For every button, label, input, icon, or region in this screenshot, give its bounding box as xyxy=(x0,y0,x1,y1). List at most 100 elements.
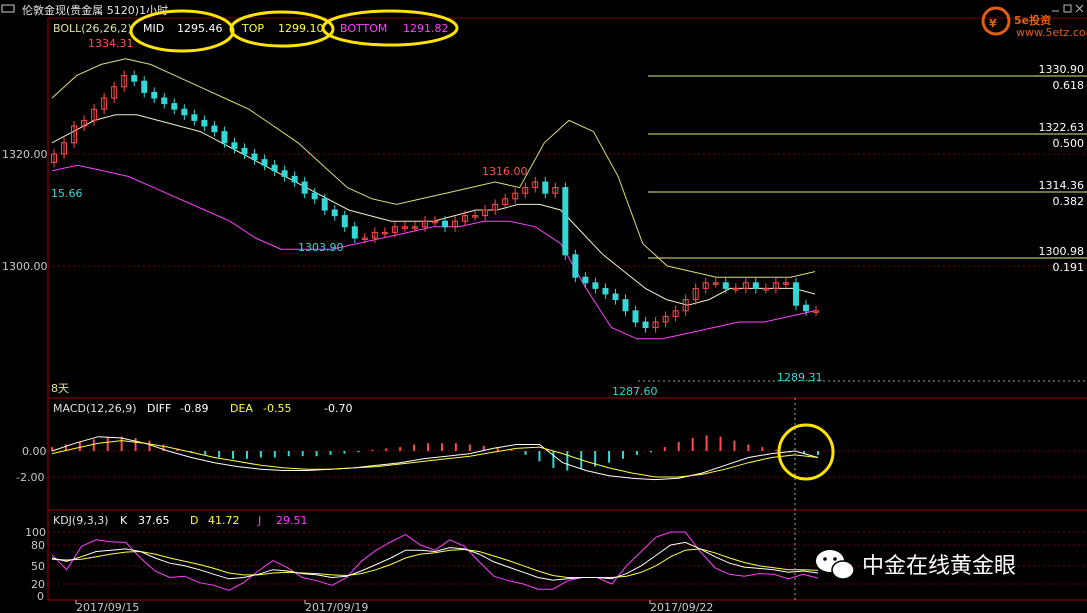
macd-value: -0.70 xyxy=(324,402,352,415)
candle xyxy=(562,182,569,260)
candle-body-down xyxy=(151,91,158,99)
candle xyxy=(91,104,98,126)
fib-price-0618: 1330.90 xyxy=(1039,63,1085,76)
candlesticks xyxy=(51,70,819,333)
kdj-y-label-80: 80 xyxy=(31,539,45,552)
fib-price-0191: 1300.98 xyxy=(1039,245,1085,258)
macd-y-label-neg2: -2.00 xyxy=(16,471,44,484)
candle xyxy=(732,283,739,294)
restore-icon[interactable] xyxy=(1063,4,1072,13)
candle-body-down xyxy=(211,125,218,133)
kdj-j-value: 29.51 xyxy=(276,514,308,527)
macd-series xyxy=(51,435,819,481)
y-label-1320: 1320.00 xyxy=(2,148,48,161)
candle-body-down xyxy=(291,175,298,183)
candle xyxy=(241,143,248,160)
macd-dea-line xyxy=(51,440,819,478)
candle xyxy=(672,305,679,322)
macd-diff-label: DIFF xyxy=(147,402,171,415)
candle xyxy=(712,277,719,288)
candle-body-down xyxy=(442,220,449,228)
candle-body-down xyxy=(802,304,809,312)
candle-body-down xyxy=(221,131,228,144)
candle xyxy=(472,210,479,221)
candle xyxy=(492,199,499,216)
candle xyxy=(702,277,709,294)
candle xyxy=(612,288,619,305)
candle-body-down xyxy=(321,198,328,211)
kdj-k-label: K xyxy=(120,514,128,527)
close-icon[interactable] xyxy=(1075,4,1084,13)
fibonacci-levels: 1330.90 0.618 1322.63 0.500 1314.36 0.38… xyxy=(648,63,1087,274)
candle xyxy=(331,204,338,221)
kdj-k-value: 37.65 xyxy=(138,514,170,527)
boll-mid-label: MID xyxy=(143,22,164,35)
macd-dea-label: DEA xyxy=(230,402,253,415)
candle xyxy=(201,115,208,132)
candle-body-down xyxy=(191,114,198,121)
candle xyxy=(71,120,78,148)
candle xyxy=(221,126,228,148)
macd-diff-line xyxy=(51,436,819,481)
candle xyxy=(131,70,138,87)
candle xyxy=(271,160,278,176)
candle xyxy=(582,272,589,288)
logo-url: www.5etz.com xyxy=(1016,26,1087,39)
candle-body-down xyxy=(331,209,338,217)
kdj-y-label-50: 50 xyxy=(31,560,45,573)
candle xyxy=(762,283,769,294)
candle xyxy=(772,277,779,294)
annotation-low-1303: 1303.90 xyxy=(298,241,344,254)
candle xyxy=(161,92,168,109)
x-label-0915: 2017/09/15 xyxy=(76,601,139,613)
candle xyxy=(191,109,198,126)
fib-ratio-0618: 0.618 xyxy=(1053,79,1085,92)
candle-body-down xyxy=(271,164,278,172)
candle xyxy=(572,249,579,283)
fib-ratio-0382: 0.382 xyxy=(1053,195,1085,208)
candle xyxy=(662,311,669,328)
candle xyxy=(692,283,699,305)
candle-body-down xyxy=(632,310,639,323)
boll-top-value: 1299.10 xyxy=(278,22,324,35)
candle xyxy=(592,277,599,294)
candle xyxy=(482,204,489,221)
candle-body-down xyxy=(642,321,649,329)
kdj-y-label-100: 100 xyxy=(25,526,46,539)
candle xyxy=(642,316,649,333)
candle-body-down xyxy=(792,282,799,306)
macd-label: MACD(12,26,9) xyxy=(53,402,137,415)
candle xyxy=(381,227,388,238)
kdj-label: KDJ(9,3,3) xyxy=(53,514,109,527)
candle xyxy=(652,316,659,333)
candle xyxy=(522,182,529,199)
candle-body-down xyxy=(722,282,729,289)
window-controls[interactable] xyxy=(1052,4,1084,13)
chart-title: 伦敦金现(贵金属 5120)1小时 xyxy=(22,3,168,17)
candle xyxy=(532,176,539,193)
kdj-d-line xyxy=(51,548,819,578)
candle xyxy=(311,188,318,204)
candle xyxy=(101,92,108,115)
candle xyxy=(512,188,519,204)
candle xyxy=(792,277,799,311)
marker-label: 8天 xyxy=(51,382,69,395)
candle xyxy=(622,294,629,316)
candle xyxy=(752,277,759,294)
candle xyxy=(632,305,639,328)
candle-body-down xyxy=(161,97,168,105)
candle-body-down xyxy=(572,254,579,278)
macd-diff-value: -0.89 xyxy=(180,402,208,415)
candle-body-down xyxy=(622,299,629,312)
title-bar: 伦敦金现(贵金属 5120)1小时 xyxy=(1,3,1084,17)
wechat-watermark: 中金在线黄金眼 xyxy=(816,550,1016,580)
candle xyxy=(121,70,128,92)
candle xyxy=(813,305,819,316)
kdj-y-label-0: 0 xyxy=(37,590,44,603)
candle-body-down xyxy=(131,75,138,82)
candle xyxy=(452,216,459,232)
candle-body-down xyxy=(171,103,178,110)
annotation-low-1289: 1289.31 xyxy=(777,371,823,384)
candle xyxy=(742,277,749,294)
kdj-j-line xyxy=(51,531,819,592)
